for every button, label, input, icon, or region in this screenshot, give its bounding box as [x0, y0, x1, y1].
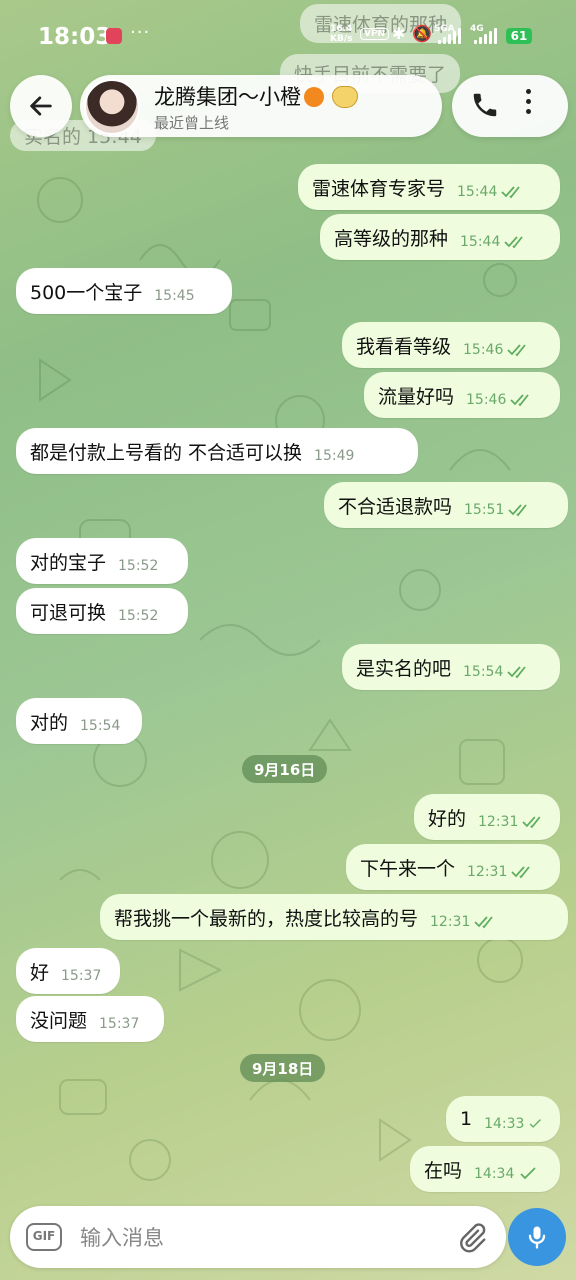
header-actions [452, 75, 568, 137]
call-button-icon[interactable] [470, 90, 500, 120]
mute-icon: 🔕 [412, 24, 432, 43]
message-outgoing[interactable]: 我看看等级 15:46 [342, 322, 560, 368]
read-receipt-icon [474, 916, 494, 929]
vpn-icon: VPN [360, 28, 390, 40]
message-outgoing[interactable]: 好的 12:31 [414, 794, 560, 840]
message-outgoing[interactable]: 在吗 14:34 [410, 1146, 560, 1192]
more-notifications-icon: ··· [130, 22, 151, 43]
message-outgoing[interactable]: 雷速体育专家号 15:44 [298, 164, 560, 210]
message-outgoing[interactable]: 下午来一个 12:31 [346, 844, 560, 890]
app-notification-icon [106, 28, 122, 44]
read-receipt-icon [501, 186, 521, 199]
date-separator: 9月16日 [242, 755, 328, 783]
back-button[interactable] [10, 75, 72, 137]
chat-header[interactable]: 龙腾集团～小橙 最近曾上线 [80, 75, 442, 137]
message-incoming[interactable]: 500一个宝子 15:45 [16, 268, 232, 314]
clock: 18:03 [38, 24, 112, 50]
network-speed: 16.4 KB/s [330, 24, 353, 44]
sent-check-icon [520, 1167, 537, 1180]
sim1-signal-icon [438, 28, 461, 44]
battery-icon: 61 [506, 28, 532, 44]
attach-icon[interactable] [456, 1222, 488, 1254]
message-outgoing[interactable]: 不合适退款吗 15:51 [324, 482, 568, 528]
message-outgoing[interactable]: 是实名的吧 15:54 [342, 644, 560, 690]
message-incoming[interactable]: 都是付款上号看的 不合适可以换 15:49 [16, 428, 418, 474]
date-separator: 9月18日 [240, 1054, 326, 1082]
read-receipt-icon [504, 236, 524, 249]
message-outgoing[interactable]: 高等级的那种 15:44 [320, 214, 560, 260]
bluetooth-icon: ✱ [392, 24, 406, 43]
chat-title: 龙腾集团～小橙 [154, 81, 358, 111]
message-composer[interactable]: GIF 输入消息 [10, 1206, 506, 1268]
voice-message-button[interactable] [508, 1208, 566, 1266]
message-outgoing[interactable]: 1 14:33 [446, 1096, 560, 1142]
read-receipt-icon [511, 866, 531, 879]
read-receipt-icon [508, 504, 528, 517]
orange-emoji-icon [304, 87, 324, 107]
message-outgoing[interactable]: 帮我挑一个最新的，热度比较高的号 12:31 [100, 894, 568, 940]
heart-sticker-icon [332, 86, 358, 108]
message-incoming[interactable]: 没问题 15:37 [16, 996, 164, 1042]
status-bar: 18:03 ··· 16.4 KB/s VPN ✱ 🔕 5GA 4G 61 [0, 0, 576, 70]
sim2-signal-icon [474, 28, 497, 44]
gif-icon[interactable]: GIF [26, 1223, 62, 1251]
message-outgoing[interactable]: 流量好吗 15:46 [364, 372, 560, 418]
avatar[interactable] [84, 79, 140, 135]
message-incoming[interactable]: 可退可换 15:52 [16, 588, 188, 634]
message-input[interactable]: 输入消息 [80, 1222, 164, 1252]
message-incoming[interactable]: 对的 15:54 [16, 698, 142, 744]
read-receipt-icon [507, 666, 527, 679]
read-receipt-icon [510, 394, 530, 407]
microphone-icon [528, 1226, 546, 1249]
sent-check-icon [530, 1119, 542, 1128]
read-receipt-icon [507, 344, 527, 357]
last-seen-status: 最近曾上线 [154, 114, 230, 132]
more-options-icon[interactable] [526, 89, 531, 114]
read-receipt-icon [522, 816, 541, 829]
message-incoming[interactable]: 好 15:37 [16, 948, 120, 994]
back-arrow-icon [30, 96, 52, 116]
message-incoming[interactable]: 对的宝子 15:52 [16, 538, 188, 584]
